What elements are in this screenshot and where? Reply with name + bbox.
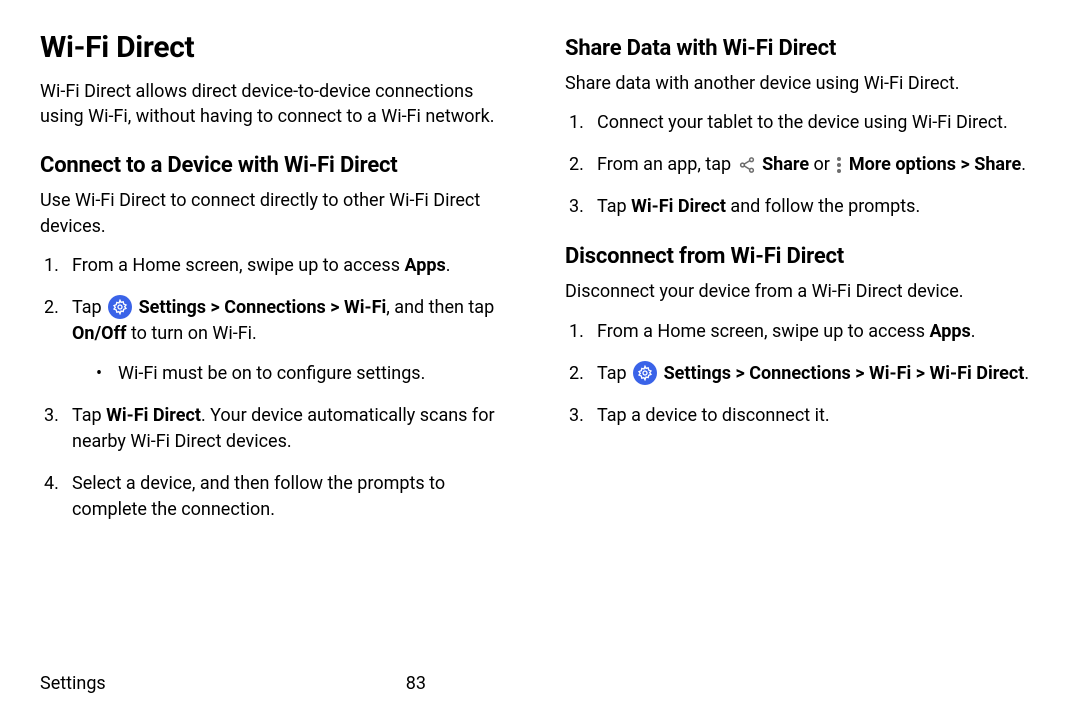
connections-label: Connections <box>749 363 851 384</box>
list-item: From an app, tap Share or More options >… <box>565 152 1040 178</box>
list-item: From a Home screen, swipe up to access A… <box>565 319 1040 345</box>
breadcrumb-sep: > <box>731 363 749 384</box>
apps-label: Apps <box>404 255 445 276</box>
intro-text: Wi-Fi Direct allows direct device-to-dev… <box>40 79 515 129</box>
settings-label: Settings <box>659 363 731 384</box>
breadcrumb-sep: > <box>911 363 929 384</box>
breadcrumb-sep: > <box>956 154 974 175</box>
connect-intro: Use Wi-Fi Direct to connect directly to … <box>40 188 515 238</box>
step-text: From a Home screen, swipe up to access <box>597 321 929 342</box>
list-item: Tap Settings > Connections > Wi-Fi > Wi-… <box>565 361 1040 387</box>
share-intro: Share data with another device using Wi-… <box>565 71 1040 96</box>
list-item: Tap a device to disconnect it. <box>565 403 1040 429</box>
disconnect-steps: From a Home screen, swipe up to access A… <box>565 319 1040 429</box>
page-footer: Settings 83 <box>40 673 1040 694</box>
share-label: Share <box>758 154 809 175</box>
left-column: Wi-Fi Direct Wi-Fi Direct allows direct … <box>40 30 515 540</box>
list-item: Tap Wi-Fi Direct and follow the prompts. <box>565 194 1040 220</box>
step-text: . <box>971 321 976 342</box>
list-item: Tap Wi-Fi Direct. Your device automatica… <box>40 403 515 455</box>
step-text: Tap <box>597 363 631 384</box>
wifi-direct-label: Wi-Fi Direct <box>106 405 201 426</box>
step-text: to turn on Wi-Fi. <box>126 323 256 344</box>
sub-bullets: Wi-Fi must be on to configure settings. <box>72 361 515 387</box>
share-label: Share <box>974 154 1021 175</box>
list-item: Wi-Fi must be on to configure settings. <box>96 361 515 387</box>
connections-label: Connections <box>224 297 326 318</box>
breadcrumb-sep: > <box>326 297 344 318</box>
list-item: Connect your tablet to the device using … <box>565 110 1040 136</box>
settings-icon <box>108 295 132 319</box>
onoff-label: On/Off <box>72 323 126 344</box>
step-text: or <box>809 154 834 175</box>
step-text: Tap <box>72 405 106 426</box>
list-item: From a Home screen, swipe up to access A… <box>40 253 515 279</box>
list-item: Select a device, and then follow the pro… <box>40 471 515 523</box>
list-item: Tap Settings > Connections > Wi-Fi, and … <box>40 295 515 387</box>
settings-icon <box>633 361 657 385</box>
step-text: , and then tap <box>386 297 494 318</box>
wifi-direct-label: Wi-Fi Direct <box>930 363 1025 384</box>
step-text: Tap <box>72 297 106 318</box>
step-text: . <box>446 255 451 276</box>
step-text: . <box>1024 363 1029 384</box>
step-text: and follow the prompts. <box>726 196 920 217</box>
wifi-direct-label: Wi-Fi Direct <box>631 196 726 217</box>
apps-label: Apps <box>929 321 970 342</box>
wifi-label: Wi-Fi <box>869 363 911 384</box>
breadcrumb-sep: > <box>851 363 869 384</box>
share-steps: Connect your tablet to the device using … <box>565 110 1040 220</box>
more-options-icon <box>836 156 842 174</box>
step-text: From an app, tap <box>597 154 736 175</box>
footer-section-label: Settings <box>40 673 106 694</box>
right-column: Share Data with Wi-Fi Direct Share data … <box>565 30 1040 540</box>
wifi-label: Wi-Fi <box>344 297 386 318</box>
section-connect-heading: Connect to a Device with Wi-Fi Direct <box>40 153 515 178</box>
share-icon <box>738 156 756 174</box>
more-options-label: More options <box>844 154 956 175</box>
step-text: Tap <box>597 196 631 217</box>
section-disconnect-heading: Disconnect from Wi-Fi Direct <box>565 244 1040 269</box>
content-columns: Wi-Fi Direct Wi-Fi Direct allows direct … <box>40 30 1040 540</box>
breadcrumb-sep: > <box>206 297 224 318</box>
step-text: . <box>1021 154 1026 175</box>
page-title: Wi-Fi Direct <box>40 30 515 65</box>
disconnect-intro: Disconnect your device from a Wi-Fi Dire… <box>565 279 1040 304</box>
settings-label: Settings <box>134 297 206 318</box>
page-number: 83 <box>106 673 1040 694</box>
connect-steps: From a Home screen, swipe up to access A… <box>40 253 515 524</box>
section-share-heading: Share Data with Wi-Fi Direct <box>565 36 1040 61</box>
step-text: From a Home screen, swipe up to access <box>72 255 404 276</box>
